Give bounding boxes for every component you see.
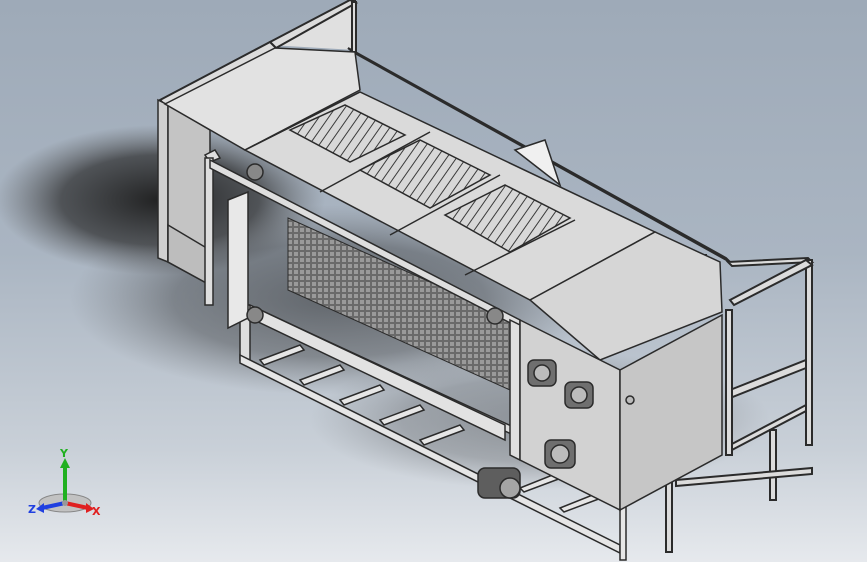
x-axis-label: X — [92, 505, 101, 518]
left-end-housing[interactable] — [157, 98, 211, 287]
cad-model[interactable] — [0, 0, 867, 562]
y-axis-label: Y — [60, 447, 68, 460]
z-axis-label: Z — [28, 503, 36, 516]
motor-3[interactable] — [544, 439, 576, 469]
motor-4[interactable] — [477, 467, 521, 499]
motor-2[interactable] — [564, 381, 594, 409]
model-viewport[interactable]: Y X Z — [0, 0, 867, 562]
side-door[interactable] — [227, 190, 249, 330]
motor-1[interactable] — [527, 359, 557, 387]
reference-triad: Y X Z — [20, 448, 110, 528]
